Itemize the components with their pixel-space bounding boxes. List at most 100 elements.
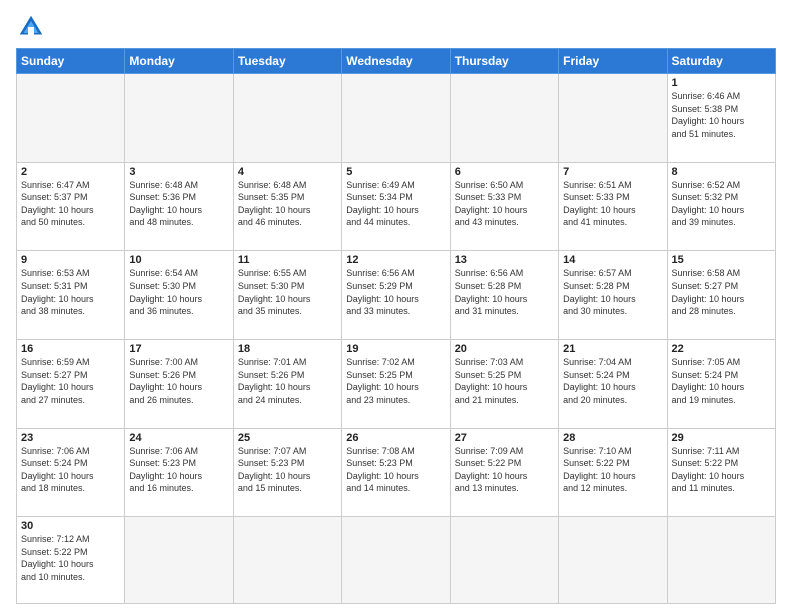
weekday-header-monday: Monday bbox=[125, 49, 233, 74]
day-number: 23 bbox=[21, 432, 120, 444]
day-info: Sunrise: 6:51 AM Sunset: 5:33 PM Dayligh… bbox=[563, 179, 662, 229]
day-cell: 14Sunrise: 6:57 AM Sunset: 5:28 PM Dayli… bbox=[559, 251, 667, 340]
week-row-3: 16Sunrise: 6:59 AM Sunset: 5:27 PM Dayli… bbox=[17, 339, 776, 428]
day-number: 4 bbox=[238, 166, 337, 178]
day-cell: 29Sunrise: 7:11 AM Sunset: 5:22 PM Dayli… bbox=[667, 428, 775, 517]
weekday-header-friday: Friday bbox=[559, 49, 667, 74]
day-number: 9 bbox=[21, 254, 120, 266]
day-cell bbox=[233, 74, 341, 163]
day-number: 1 bbox=[672, 77, 771, 89]
day-info: Sunrise: 6:57 AM Sunset: 5:28 PM Dayligh… bbox=[563, 267, 662, 317]
day-info: Sunrise: 6:53 AM Sunset: 5:31 PM Dayligh… bbox=[21, 267, 120, 317]
day-info: Sunrise: 6:48 AM Sunset: 5:36 PM Dayligh… bbox=[129, 179, 228, 229]
day-cell: 15Sunrise: 6:58 AM Sunset: 5:27 PM Dayli… bbox=[667, 251, 775, 340]
day-cell: 17Sunrise: 7:00 AM Sunset: 5:26 PM Dayli… bbox=[125, 339, 233, 428]
page: SundayMondayTuesdayWednesdayThursdayFrid… bbox=[0, 0, 792, 612]
week-row-4: 23Sunrise: 7:06 AM Sunset: 5:24 PM Dayli… bbox=[17, 428, 776, 517]
day-number: 18 bbox=[238, 343, 337, 355]
day-number: 7 bbox=[563, 166, 662, 178]
day-info: Sunrise: 7:08 AM Sunset: 5:23 PM Dayligh… bbox=[346, 445, 445, 495]
day-number: 20 bbox=[455, 343, 554, 355]
day-info: Sunrise: 7:07 AM Sunset: 5:23 PM Dayligh… bbox=[238, 445, 337, 495]
day-number: 19 bbox=[346, 343, 445, 355]
day-cell bbox=[233, 517, 341, 604]
day-info: Sunrise: 6:58 AM Sunset: 5:27 PM Dayligh… bbox=[672, 267, 771, 317]
day-info: Sunrise: 6:56 AM Sunset: 5:28 PM Dayligh… bbox=[455, 267, 554, 317]
day-info: Sunrise: 6:47 AM Sunset: 5:37 PM Dayligh… bbox=[21, 179, 120, 229]
day-cell: 7Sunrise: 6:51 AM Sunset: 5:33 PM Daylig… bbox=[559, 162, 667, 251]
day-info: Sunrise: 7:03 AM Sunset: 5:25 PM Dayligh… bbox=[455, 356, 554, 406]
day-cell bbox=[342, 517, 450, 604]
day-cell: 28Sunrise: 7:10 AM Sunset: 5:22 PM Dayli… bbox=[559, 428, 667, 517]
day-number: 28 bbox=[563, 432, 662, 444]
weekday-header-thursday: Thursday bbox=[450, 49, 558, 74]
day-cell: 10Sunrise: 6:54 AM Sunset: 5:30 PM Dayli… bbox=[125, 251, 233, 340]
day-number: 13 bbox=[455, 254, 554, 266]
day-info: Sunrise: 7:01 AM Sunset: 5:26 PM Dayligh… bbox=[238, 356, 337, 406]
day-cell: 1Sunrise: 6:46 AM Sunset: 5:38 PM Daylig… bbox=[667, 74, 775, 163]
day-info: Sunrise: 7:06 AM Sunset: 5:23 PM Dayligh… bbox=[129, 445, 228, 495]
day-cell bbox=[450, 517, 558, 604]
day-number: 21 bbox=[563, 343, 662, 355]
day-number: 15 bbox=[672, 254, 771, 266]
day-number: 14 bbox=[563, 254, 662, 266]
day-cell: 3Sunrise: 6:48 AM Sunset: 5:36 PM Daylig… bbox=[125, 162, 233, 251]
day-cell: 5Sunrise: 6:49 AM Sunset: 5:34 PM Daylig… bbox=[342, 162, 450, 251]
logo bbox=[16, 12, 50, 42]
day-cell: 13Sunrise: 6:56 AM Sunset: 5:28 PM Dayli… bbox=[450, 251, 558, 340]
day-cell: 23Sunrise: 7:06 AM Sunset: 5:24 PM Dayli… bbox=[17, 428, 125, 517]
day-cell: 27Sunrise: 7:09 AM Sunset: 5:22 PM Dayli… bbox=[450, 428, 558, 517]
day-number: 6 bbox=[455, 166, 554, 178]
day-cell bbox=[125, 74, 233, 163]
day-number: 8 bbox=[672, 166, 771, 178]
day-cell: 30Sunrise: 7:12 AM Sunset: 5:22 PM Dayli… bbox=[17, 517, 125, 604]
header bbox=[16, 12, 776, 42]
day-number: 17 bbox=[129, 343, 228, 355]
day-cell: 21Sunrise: 7:04 AM Sunset: 5:24 PM Dayli… bbox=[559, 339, 667, 428]
day-info: Sunrise: 7:04 AM Sunset: 5:24 PM Dayligh… bbox=[563, 356, 662, 406]
day-number: 30 bbox=[21, 520, 120, 532]
week-row-0: 1Sunrise: 6:46 AM Sunset: 5:38 PM Daylig… bbox=[17, 74, 776, 163]
day-cell: 16Sunrise: 6:59 AM Sunset: 5:27 PM Dayli… bbox=[17, 339, 125, 428]
day-number: 22 bbox=[672, 343, 771, 355]
day-number: 12 bbox=[346, 254, 445, 266]
day-number: 26 bbox=[346, 432, 445, 444]
calendar: SundayMondayTuesdayWednesdayThursdayFrid… bbox=[16, 48, 776, 604]
day-cell: 9Sunrise: 6:53 AM Sunset: 5:31 PM Daylig… bbox=[17, 251, 125, 340]
day-number: 11 bbox=[238, 254, 337, 266]
day-info: Sunrise: 6:48 AM Sunset: 5:35 PM Dayligh… bbox=[238, 179, 337, 229]
day-cell: 26Sunrise: 7:08 AM Sunset: 5:23 PM Dayli… bbox=[342, 428, 450, 517]
day-cell: 24Sunrise: 7:06 AM Sunset: 5:23 PM Dayli… bbox=[125, 428, 233, 517]
weekday-header-wednesday: Wednesday bbox=[342, 49, 450, 74]
day-info: Sunrise: 6:55 AM Sunset: 5:30 PM Dayligh… bbox=[238, 267, 337, 317]
weekday-header-sunday: Sunday bbox=[17, 49, 125, 74]
day-info: Sunrise: 7:11 AM Sunset: 5:22 PM Dayligh… bbox=[672, 445, 771, 495]
week-row-2: 9Sunrise: 6:53 AM Sunset: 5:31 PM Daylig… bbox=[17, 251, 776, 340]
weekday-header-tuesday: Tuesday bbox=[233, 49, 341, 74]
day-cell: 4Sunrise: 6:48 AM Sunset: 5:35 PM Daylig… bbox=[233, 162, 341, 251]
day-cell: 25Sunrise: 7:07 AM Sunset: 5:23 PM Dayli… bbox=[233, 428, 341, 517]
day-number: 25 bbox=[238, 432, 337, 444]
logo-icon bbox=[16, 12, 46, 42]
day-cell bbox=[342, 74, 450, 163]
day-cell bbox=[125, 517, 233, 604]
day-info: Sunrise: 6:59 AM Sunset: 5:27 PM Dayligh… bbox=[21, 356, 120, 406]
day-number: 24 bbox=[129, 432, 228, 444]
day-cell bbox=[559, 517, 667, 604]
day-cell: 11Sunrise: 6:55 AM Sunset: 5:30 PM Dayli… bbox=[233, 251, 341, 340]
day-number: 16 bbox=[21, 343, 120, 355]
day-info: Sunrise: 7:10 AM Sunset: 5:22 PM Dayligh… bbox=[563, 445, 662, 495]
day-info: Sunrise: 7:12 AM Sunset: 5:22 PM Dayligh… bbox=[21, 533, 120, 583]
week-row-5: 30Sunrise: 7:12 AM Sunset: 5:22 PM Dayli… bbox=[17, 517, 776, 604]
day-info: Sunrise: 6:46 AM Sunset: 5:38 PM Dayligh… bbox=[672, 90, 771, 140]
day-info: Sunrise: 6:56 AM Sunset: 5:29 PM Dayligh… bbox=[346, 267, 445, 317]
day-number: 2 bbox=[21, 166, 120, 178]
day-cell: 6Sunrise: 6:50 AM Sunset: 5:33 PM Daylig… bbox=[450, 162, 558, 251]
day-info: Sunrise: 7:02 AM Sunset: 5:25 PM Dayligh… bbox=[346, 356, 445, 406]
day-cell: 2Sunrise: 6:47 AM Sunset: 5:37 PM Daylig… bbox=[17, 162, 125, 251]
day-info: Sunrise: 7:09 AM Sunset: 5:22 PM Dayligh… bbox=[455, 445, 554, 495]
day-number: 27 bbox=[455, 432, 554, 444]
day-info: Sunrise: 6:54 AM Sunset: 5:30 PM Dayligh… bbox=[129, 267, 228, 317]
day-number: 10 bbox=[129, 254, 228, 266]
day-cell bbox=[667, 517, 775, 604]
